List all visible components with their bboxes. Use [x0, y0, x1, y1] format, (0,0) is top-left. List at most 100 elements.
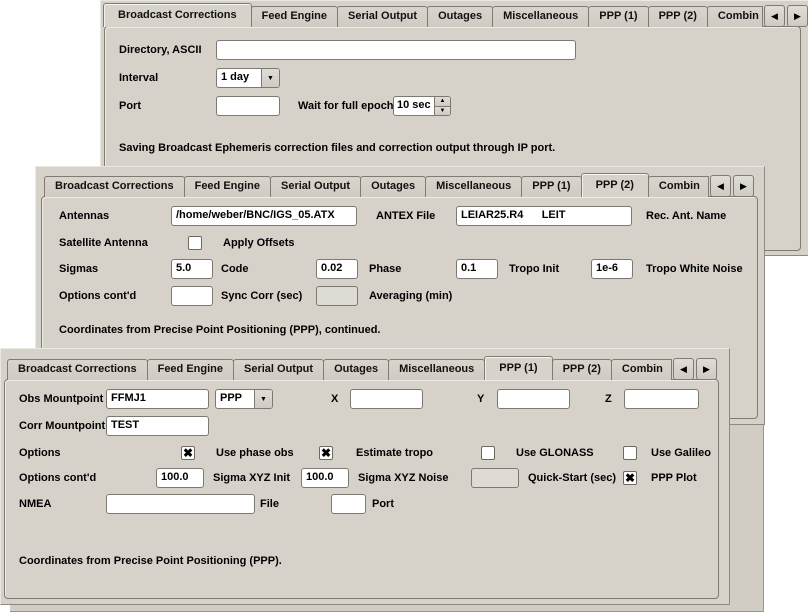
tab-scroll-left-button[interactable]: ◀ [764, 5, 785, 27]
port-input[interactable] [216, 96, 280, 116]
sigmas-label: Sigmas [59, 259, 98, 279]
nmea-port-input[interactable] [331, 494, 366, 514]
antennas-label: Antennas [59, 206, 109, 226]
x-input[interactable] [350, 389, 423, 409]
tab-scroll-buttons: ◀ ▶ [671, 358, 717, 380]
broadcast-description-text: Saving Broadcast Ephemeris correction fi… [119, 138, 555, 158]
apply-offsets-checkbox[interactable] [188, 236, 202, 250]
wait-epoch-spinner[interactable]: 10 sec ▲ ▼ [393, 96, 451, 116]
tab-serial-output[interactable]: Serial Output [233, 359, 324, 380]
spin-up-button[interactable]: ▲ [435, 97, 450, 107]
tab-broadcast-corrections[interactable]: Broadcast Corrections [103, 3, 252, 27]
tab-ppp-2[interactable]: PPP (2) [648, 6, 708, 27]
tab-combination[interactable]: Combin [611, 359, 672, 380]
z-label: Z [605, 389, 612, 409]
tab-outages[interactable]: Outages [427, 6, 493, 27]
tab-feed-engine[interactable]: Feed Engine [251, 6, 338, 27]
tab-broadcast-corrections[interactable]: Broadcast Corrections [7, 359, 148, 380]
ppp-mode-dropdown[interactable]: PPP ▼ [215, 389, 273, 409]
sigma-xyz-noise-input[interactable]: 100.0 [301, 468, 349, 488]
tab-scroll-right-button[interactable]: ▶ [787, 5, 808, 27]
rec-ant-name-label: Rec. Ant. Name [646, 206, 726, 226]
obs-mountpoint-label: Obs Mountpoint [19, 389, 103, 409]
corr-mountpoint-input[interactable]: TEST [106, 416, 209, 436]
interval-dropdown[interactable]: 1 day ▼ [216, 68, 280, 88]
spin-down-button[interactable]: ▼ [435, 107, 450, 116]
phase-label: Phase [369, 259, 401, 279]
spinner-buttons: ▲ ▼ [434, 97, 450, 115]
tab-ppp-1[interactable]: PPP (1) [588, 6, 648, 27]
broadcast-tab-bar: Broadcast Corrections Feed Engine Serial… [103, 3, 808, 27]
tab-combination[interactable]: Combin [648, 176, 709, 197]
ppp2-description-text: Coordinates from Precise Point Positioni… [59, 320, 380, 340]
tab-broadcast-corrections[interactable]: Broadcast Corrections [44, 176, 185, 197]
estimate-tropo-checkbox[interactable]: ✖ [319, 446, 333, 460]
tab-miscellaneous[interactable]: Miscellaneous [425, 176, 522, 197]
averaging-input[interactable] [316, 286, 358, 306]
sync-corr-label: Sync Corr (sec) [221, 286, 302, 306]
tab-combination[interactable]: Combin [707, 6, 763, 27]
sigma-code-input[interactable]: 5.0 [171, 259, 213, 279]
tropo-init-input[interactable]: 1e-6 [591, 259, 633, 279]
tab-scroll-left-button[interactable]: ◀ [710, 175, 731, 197]
dropdown-button[interactable]: ▼ [254, 390, 272, 408]
tropo-init-label: Tropo Init [509, 259, 559, 279]
tab-feed-engine[interactable]: Feed Engine [184, 176, 271, 197]
options-contd-label: Options cont'd [19, 468, 96, 488]
apply-offsets-label: Apply Offsets [223, 233, 295, 253]
directory-ascii-input[interactable] [216, 40, 576, 60]
nmea-file-input[interactable] [106, 494, 255, 514]
tab-scroll-right-button[interactable]: ▶ [696, 358, 717, 380]
code-input[interactable]: 0.02 [316, 259, 358, 279]
nmea-label: NMEA [19, 494, 51, 514]
sigma-xyz-init-input[interactable]: 100.0 [156, 468, 204, 488]
quick-start-label: Quick-Start (sec) [528, 468, 616, 488]
ppp-plot-label: PPP Plot [651, 468, 697, 488]
port-label: Port [119, 96, 141, 116]
quick-start-input[interactable] [471, 468, 519, 488]
ppp1-tab-bar: Broadcast Corrections Feed Engine Serial… [7, 356, 717, 380]
tab-feed-engine[interactable]: Feed Engine [147, 359, 234, 380]
z-input[interactable] [624, 389, 699, 409]
sigma-xyz-noise-label: Sigma XYZ Noise [358, 468, 448, 488]
use-galileo-checkbox[interactable] [623, 446, 637, 460]
tab-scroll-right-button[interactable]: ▶ [733, 175, 754, 197]
ppp-plot-checkbox[interactable]: ✖ [623, 471, 637, 485]
use-phase-obs-checkbox[interactable]: ✖ [181, 446, 195, 460]
tab-serial-output[interactable]: Serial Output [270, 176, 361, 197]
tab-ppp-1[interactable]: PPP (1) [484, 356, 552, 380]
antennas-input[interactable]: /home/weber/BNC/IGS_05.ATX [171, 206, 357, 226]
tab-miscellaneous[interactable]: Miscellaneous [388, 359, 485, 380]
options-contd-input[interactable] [171, 286, 213, 306]
tab-scroll-left-button[interactable]: ◀ [673, 358, 694, 380]
tab-miscellaneous[interactable]: Miscellaneous [492, 6, 589, 27]
interval-label: Interval [119, 68, 158, 88]
spin-down-icon: ▼ [440, 108, 446, 114]
directory-ascii-label: Directory, ASCII [119, 40, 202, 60]
tab-ppp-1[interactable]: PPP (1) [521, 176, 581, 197]
spin-up-icon: ▲ [440, 98, 446, 104]
phase-input[interactable]: 0.1 [456, 259, 498, 279]
tab-ppp-2[interactable]: PPP (2) [552, 359, 612, 380]
y-input[interactable] [497, 389, 570, 409]
use-glonass-label: Use GLONASS [516, 443, 594, 463]
sigma-xyz-init-label: Sigma XYZ Init [213, 468, 290, 488]
tab-serial-output[interactable]: Serial Output [337, 6, 428, 27]
wait-for-full-epoch-label: Wait for full epoch [298, 96, 394, 116]
antex-file-input[interactable]: LEIAR25.R4 LEIT [456, 206, 632, 226]
tab-scroll-buttons: ◀ ▶ [708, 175, 754, 197]
tab-outages[interactable]: Outages [323, 359, 389, 380]
use-phase-obs-label: Use phase obs [216, 443, 294, 463]
x-label: X [331, 389, 338, 409]
tropo-white-noise-label: Tropo White Noise [646, 259, 743, 279]
averaging-label: Averaging (min) [369, 286, 452, 306]
ppp-mode-value: PPP [216, 390, 254, 408]
obs-mountpoint-input[interactable]: FFMJ1 [106, 389, 209, 409]
dropdown-button[interactable]: ▼ [261, 69, 279, 87]
tab-ppp-2[interactable]: PPP (2) [581, 173, 649, 197]
tab-outages[interactable]: Outages [360, 176, 426, 197]
use-glonass-checkbox[interactable] [481, 446, 495, 460]
tab-scroll-left-icon: ◀ [680, 365, 687, 374]
use-galileo-label: Use Galileo [651, 443, 711, 463]
tab-scroll-left-icon: ◀ [771, 12, 778, 21]
